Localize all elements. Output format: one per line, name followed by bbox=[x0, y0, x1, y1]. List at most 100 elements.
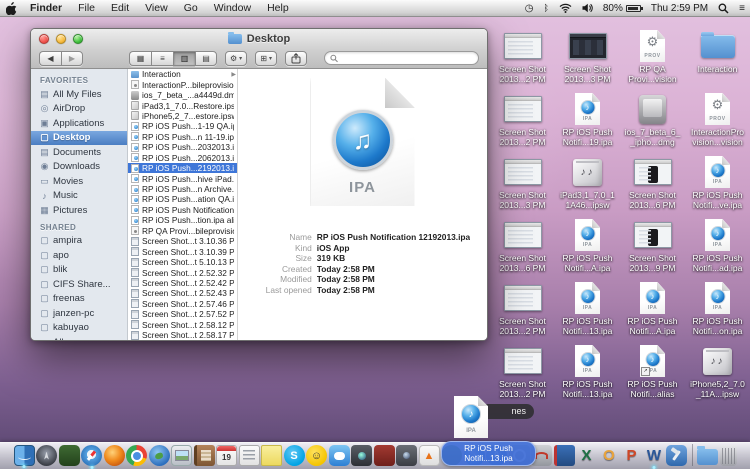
icon-view-button[interactable]: ▦ bbox=[129, 51, 151, 66]
sidebar-item-applications[interactable]: ▣ Applications bbox=[31, 116, 127, 131]
desktop-icon[interactable]: Screen Shot 2013...2 PM bbox=[490, 278, 555, 341]
ipa-document-icon[interactable]: ♫ IPA bbox=[311, 78, 415, 206]
dock-item-messages[interactable] bbox=[329, 445, 350, 466]
sidebar-item-desktop[interactable]: ▢ Desktop bbox=[31, 131, 127, 146]
desktop-icon[interactable]: ♪♪ iPad3,1_7.0_1 1A46...ipsw bbox=[555, 152, 620, 215]
file-row[interactable]: Interaction ▶ bbox=[128, 69, 237, 79]
file-row[interactable]: Screen Shot...t 2.58.12 PM bbox=[128, 320, 237, 330]
arrange-menu-button[interactable]: ⊞ ▾ bbox=[255, 51, 277, 66]
desktop-icon[interactable]: Interaction bbox=[685, 26, 750, 89]
sidebar-item-all-my-files[interactable]: ▤ All My Files bbox=[31, 87, 127, 102]
desktop-icon[interactable]: ♪ IPA RP iOS Push Notifi...ve.ipa bbox=[685, 152, 750, 215]
back-button[interactable]: ◀ bbox=[39, 51, 61, 66]
dock-item-preview[interactable] bbox=[171, 445, 192, 466]
dock-item-google-earth[interactable] bbox=[149, 445, 170, 466]
file-row[interactable]: RP iOS Push...2192013.ipa bbox=[128, 163, 237, 173]
file-row[interactable]: RP iOS Push...tion.ipa alias bbox=[128, 215, 237, 225]
dock-item-word[interactable]: W bbox=[644, 445, 665, 466]
file-row[interactable]: RP iOS Push...2032013.ipa bbox=[128, 142, 237, 152]
dock-item-safari[interactable] bbox=[81, 445, 102, 466]
file-row[interactable]: Screen Shot...t 2.57.46 PM bbox=[128, 299, 237, 309]
desktop-icon[interactable]: ♪♪ iPhone5,2_7.0 _11A...ipsw bbox=[685, 341, 750, 404]
dock-item-reminders[interactable] bbox=[239, 445, 260, 466]
dock-item-finder[interactable] bbox=[14, 445, 35, 466]
file-row[interactable]: RP iOS Push...1-19 QA.ipa bbox=[128, 121, 237, 131]
sidebar-item-blik[interactable]: ▢ blik bbox=[31, 263, 127, 278]
action-menu-button[interactable]: ⚙ ▾ bbox=[225, 51, 247, 66]
volume-icon[interactable] bbox=[577, 0, 598, 16]
menu-edit[interactable]: Edit bbox=[103, 0, 137, 16]
apple-menu[interactable] bbox=[0, 0, 22, 16]
file-row[interactable]: Screen Shot...t 2.52.43 PM bbox=[128, 288, 237, 298]
file-row[interactable]: ios_7_beta_...a4449d.dmg bbox=[128, 90, 237, 100]
dock-item-outlook[interactable]: O bbox=[599, 445, 620, 466]
dock-item-vlc[interactable]: ▲ bbox=[419, 445, 440, 466]
desktop-icon[interactable]: Screen Shot 2013...2 PM bbox=[490, 89, 555, 152]
menu-window[interactable]: Window bbox=[206, 0, 259, 16]
file-row[interactable]: RP iOS Push...ation QA.ipa bbox=[128, 194, 237, 204]
file-row[interactable]: RP iOS Push Notification.ipa bbox=[128, 205, 237, 215]
share-button[interactable] bbox=[285, 51, 307, 66]
search-field[interactable] bbox=[324, 51, 479, 65]
menu-finder[interactable]: Finder bbox=[22, 0, 70, 16]
dock-item-chrome[interactable] bbox=[126, 445, 147, 466]
desktop-icon[interactable]: ⚙ PROV RP QA Provi...vision bbox=[620, 26, 685, 89]
file-row[interactable]: RP iOS Push...n 11-19.ipa bbox=[128, 132, 237, 142]
dock-item-adium[interactable] bbox=[59, 445, 80, 466]
dock-item-calendar[interactable]: 19 bbox=[216, 445, 237, 466]
desktop-icon[interactable]: Screen Shot 2013...6 PM bbox=[490, 215, 555, 278]
menu-help[interactable]: Help bbox=[259, 0, 297, 16]
sidebar-item-downloads[interactable]: ◉ Downloads bbox=[31, 160, 127, 175]
file-row[interactable]: iPad3,1_7.0...Restore.ipsw bbox=[128, 100, 237, 110]
dock-item-launchpad[interactable] bbox=[36, 445, 57, 466]
file-row[interactable]: Screen Shot...t 2.58.17 PM bbox=[128, 330, 237, 340]
dock-item-image-capture[interactable] bbox=[396, 445, 417, 466]
list-view-button[interactable]: ≡ bbox=[151, 51, 173, 66]
bluetooth-icon[interactable]: ᛒ bbox=[538, 0, 553, 16]
file-row[interactable]: Screen Shot...t 3.10.36 PM bbox=[128, 236, 237, 246]
sidebar-item-apo[interactable]: ▢ apo bbox=[31, 248, 127, 263]
dock-item-xcode[interactable] bbox=[666, 445, 687, 466]
dock-item-stickies[interactable] bbox=[261, 445, 282, 466]
coverflow-view-button[interactable]: ▤ bbox=[195, 51, 217, 66]
desktop-icon[interactable]: Screen Shot 2013...3 PM bbox=[555, 26, 620, 89]
title-bar[interactable]: Desktop bbox=[31, 29, 487, 48]
desktop-icon[interactable]: ♪ IPA RP iOS Push Notifi...ad.ipa bbox=[685, 215, 750, 278]
sidebar-item-pictures[interactable]: ▦ Pictures bbox=[31, 203, 127, 218]
sidebar-item-documents[interactable]: ▤ Documents bbox=[31, 145, 127, 160]
desktop-icon[interactable]: ios_7_beta_6_ _ipho...dmg bbox=[620, 89, 685, 152]
file-row[interactable]: InteractionP...bileprovision bbox=[128, 79, 237, 89]
desktop-icon[interactable]: ♪ IPA RP iOS Push Notifi...13.ipa bbox=[555, 278, 620, 341]
dock-item-yahoo-messenger[interactable]: ☺ bbox=[306, 445, 327, 466]
menu-clock[interactable]: Thu 2:59 PM bbox=[646, 0, 713, 16]
dock-item-contacts[interactable] bbox=[194, 445, 215, 466]
desktop-icon[interactable]: Screen Shot 2013...3 PM bbox=[490, 152, 555, 215]
desktop-icon[interactable]: ♪ IPA RP iOS Push Notifi...on.ipa bbox=[685, 278, 750, 341]
file-row[interactable]: Screen Shot...t 2.52.32 PM bbox=[128, 267, 237, 277]
desktop-icon[interactable]: Screen Shot 2013...2 PM bbox=[490, 26, 555, 89]
dock-item-firefox[interactable] bbox=[104, 445, 125, 466]
dock-item-red-app[interactable] bbox=[374, 445, 395, 466]
sidebar-item-movies[interactable]: ▭ Movies bbox=[31, 174, 127, 189]
file-row[interactable]: RP iOS Push...n Archive.ipa bbox=[128, 184, 237, 194]
sidebar-item-airdrop[interactable]: ◎ AirDrop bbox=[31, 102, 127, 117]
dock-item-trash[interactable] bbox=[720, 445, 737, 466]
sidebar-item-all[interactable]: ≡ All... bbox=[31, 335, 127, 341]
file-row[interactable]: RP QA Provi...bileprovision bbox=[128, 226, 237, 236]
desktop-icon[interactable]: ♪ IPA RP iOS Push Notifi...13.ipa bbox=[555, 341, 620, 404]
desktop-icon[interactable]: ♪ IPA RP iOS Push Notifi...A.ipa bbox=[555, 215, 620, 278]
wifi-icon[interactable] bbox=[554, 0, 577, 16]
dragged-ipa-icon[interactable]: ♪ IPA bbox=[454, 396, 488, 438]
file-row[interactable]: Screen Shot...t 5.10.13 PM bbox=[128, 257, 237, 267]
notification-center-icon[interactable]: ≡ bbox=[734, 0, 750, 16]
file-row[interactable]: iPhone5,2_7...estore.ipsw bbox=[128, 111, 237, 121]
dock-item-skype[interactable]: S bbox=[284, 445, 305, 466]
desktop-icon[interactable]: ♪ IPA RP iOS Push Notifi...alias bbox=[620, 341, 685, 404]
file-row[interactable]: RP iOS Push...hive iPad.ipa bbox=[128, 173, 237, 183]
battery-status[interactable]: 80% bbox=[598, 0, 646, 16]
menu-go[interactable]: Go bbox=[176, 0, 206, 16]
sidebar-item-cifs-share[interactable]: ▢ CIFS Share... bbox=[31, 277, 127, 292]
sidebar-item-janzen-pc[interactable]: ▢ janzen-pc bbox=[31, 306, 127, 321]
desktop-icon[interactable]: Screen Shot 2013...6 PM bbox=[620, 152, 685, 215]
dock-item-downloads-folder[interactable] bbox=[697, 449, 718, 465]
